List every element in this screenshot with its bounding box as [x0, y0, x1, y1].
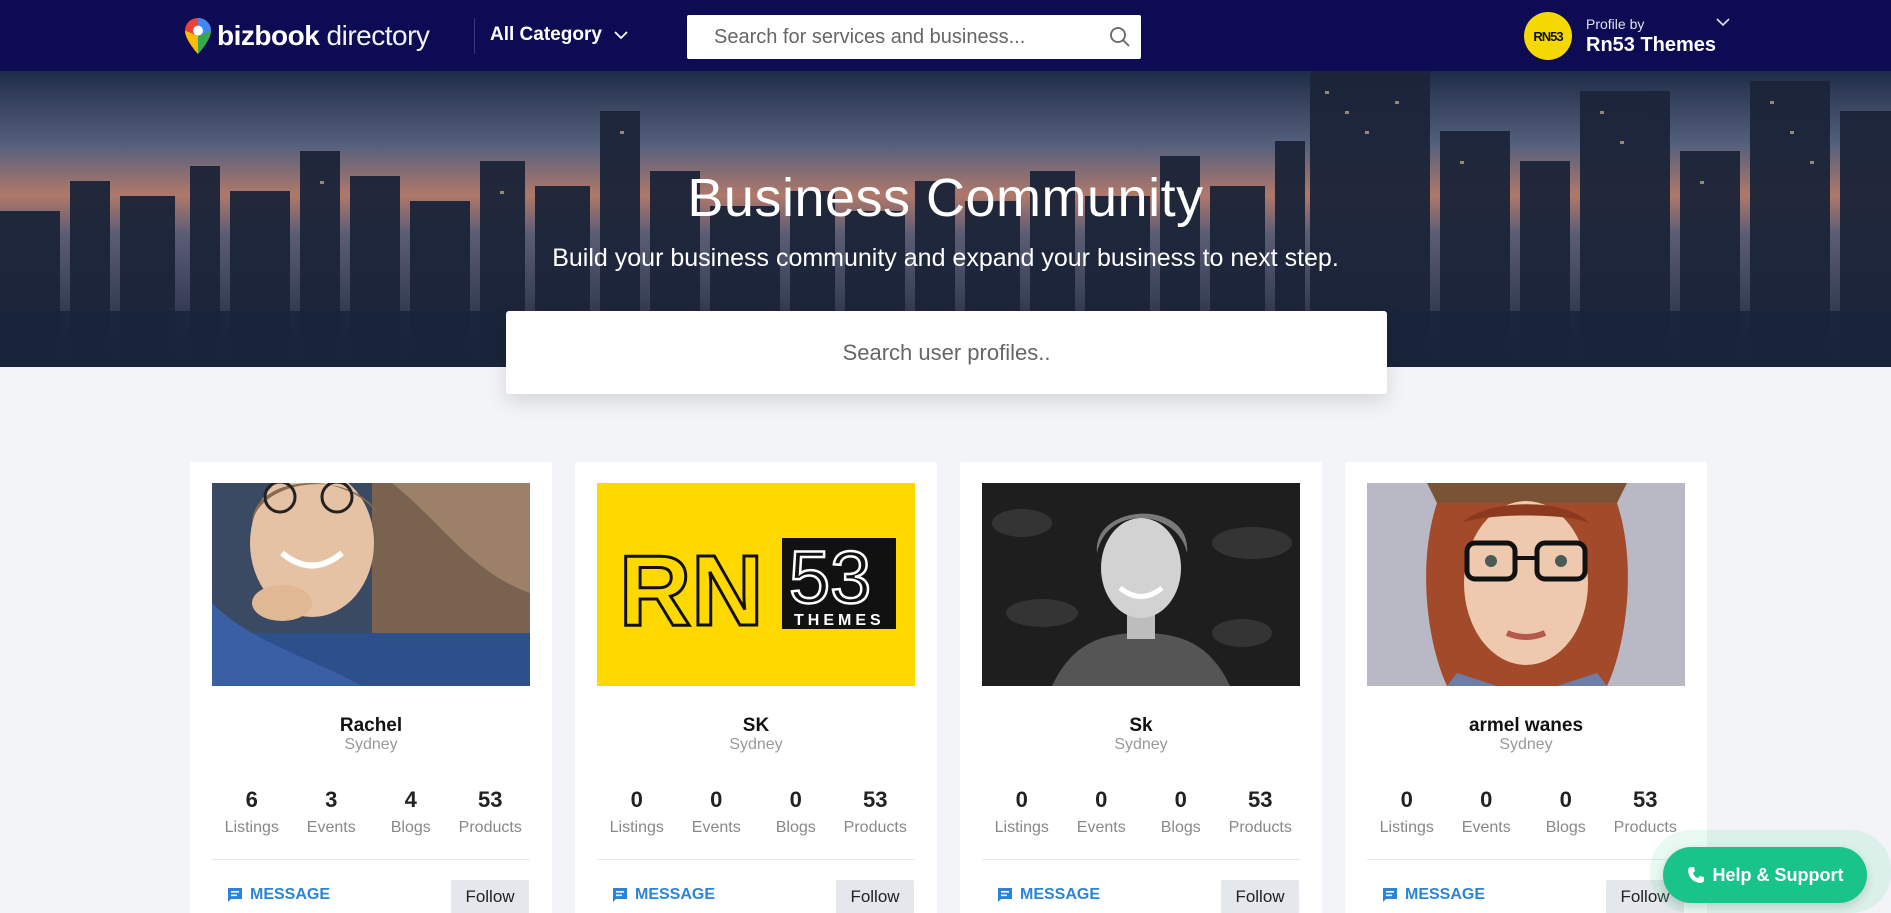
stat-events: 0 Events: [1076, 787, 1126, 836]
stat-listings: 0 Listings: [994, 787, 1049, 836]
message-button[interactable]: MESSAGE: [226, 886, 330, 904]
profile-search-box: [506, 311, 1387, 394]
profile-search-input[interactable]: [506, 311, 1387, 394]
stat-blogs: 0 Blogs: [1160, 787, 1201, 836]
profile-city: Sydney: [729, 736, 783, 753]
profile-stats: 0 Listings 0 Events 0 Blogs 53 Products: [1367, 787, 1685, 837]
all-category-label: All Category: [490, 24, 602, 45]
stat-listings: 0 Listings: [1379, 787, 1434, 836]
stat-events: 3 Events: [306, 787, 356, 836]
profile-name[interactable]: Rachel: [190, 715, 552, 737]
rn53-logo-subtext: THEMES: [794, 612, 885, 629]
profile-name[interactable]: armel wanes: [1345, 715, 1707, 737]
profile-name[interactable]: Sk: [960, 715, 1322, 737]
message-icon: [1383, 888, 1397, 902]
profile-city: Sydney: [344, 736, 398, 753]
stat-blogs: 0 Blogs: [1545, 787, 1586, 836]
follow-button[interactable]: Follow: [836, 880, 914, 913]
profile-text: Profile by Rn53 Themes: [1586, 16, 1716, 57]
profile-photo-image: [1367, 483, 1685, 686]
message-button[interactable]: MESSAGE: [611, 886, 715, 904]
profile-menu[interactable]: RN53 Profile by Rn53 Themes: [1524, 12, 1716, 60]
profile-photo[interactable]: [212, 483, 530, 686]
stat-blogs: 0 Blogs: [775, 787, 816, 836]
stat-events: 0 Events: [691, 787, 741, 836]
profile-stats: 0 Listings 0 Events 0 Blogs 53 Products: [982, 787, 1300, 837]
divider: [597, 859, 915, 860]
help-support-button[interactable]: Help & Support: [1663, 847, 1867, 903]
profile-stats: 0 Listings 0 Events 0 Blogs 53 Products: [597, 787, 915, 837]
profile-card: Sk Sydney 0 Listings 0 Events 0 Blogs 53 Pro…: [960, 462, 1322, 913]
profile-city: Sydney: [1114, 736, 1168, 753]
stat-products: 53 Products: [1613, 787, 1677, 836]
divider: [982, 859, 1300, 860]
brand-logo[interactable]: bizbook directory: [185, 18, 430, 54]
divider: [1367, 859, 1685, 860]
top-header: bizbook directory All Category RN53 Prof…: [0, 0, 1891, 71]
profile-photo[interactable]: RN 53 THEMES: [597, 483, 915, 686]
stat-products: 53 Products: [1228, 787, 1292, 836]
divider: [212, 859, 530, 860]
rn53-logo-image: RN 53 THEMES: [597, 483, 915, 686]
page-title: Business Community: [687, 168, 1204, 228]
page-subtitle: Build your business community and expand…: [552, 244, 1339, 272]
rn53-logo-letters: RN: [619, 535, 763, 647]
brand-name: bizbook directory: [217, 20, 430, 51]
phone-icon: [1687, 867, 1704, 883]
profile-photo-image: [982, 483, 1300, 686]
search-icon[interactable]: [1109, 26, 1131, 48]
chevron-down-icon: [614, 30, 628, 39]
follow-button[interactable]: Follow: [1221, 880, 1299, 913]
profile-stats: 6 Listings 3 Events 4 Blogs 53 Products: [212, 787, 530, 837]
message-icon: [613, 888, 627, 902]
service-search-input[interactable]: [687, 15, 1141, 59]
message-button[interactable]: MESSAGE: [1381, 886, 1485, 904]
profile-card: armel wanes Sydney 0 Listings 0 Events 0 Bl…: [1345, 462, 1707, 913]
service-search-box: [687, 15, 1141, 59]
avatar: RN53: [1524, 12, 1572, 60]
stat-products: 53 Products: [458, 787, 522, 836]
stat-products: 53 Products: [843, 787, 907, 836]
follow-button[interactable]: Follow: [451, 880, 529, 913]
profile-photo[interactable]: [1367, 483, 1685, 686]
profile-by-label: Profile by: [1586, 15, 1645, 32]
profile-name[interactable]: SK: [575, 715, 937, 737]
stat-listings: 0 Listings: [609, 787, 664, 836]
profile-photo[interactable]: [982, 483, 1300, 686]
rn53-logo-number: 53: [789, 536, 871, 619]
chevron-down-icon[interactable]: [1716, 18, 1730, 27]
profile-name: Rn53 Themes: [1586, 33, 1717, 56]
profile-card: Rachel Sydney 6 Listings 3 Events 4 Blogs 5…: [190, 462, 552, 913]
stat-listings: 6 Listings: [224, 787, 279, 836]
message-icon: [228, 888, 242, 902]
message-button[interactable]: MESSAGE: [996, 886, 1100, 904]
profile-card: RN 53 THEMES SK Sydney 0 Listings 0 Events…: [575, 462, 937, 913]
message-icon: [998, 888, 1012, 902]
header-divider: [474, 18, 475, 54]
all-category-dropdown[interactable]: All Category: [490, 24, 628, 46]
stat-blogs: 4 Blogs: [390, 787, 431, 836]
profile-photo-image: [212, 483, 530, 686]
profile-city: Sydney: [1499, 736, 1553, 753]
stat-events: 0 Events: [1461, 787, 1511, 836]
map-pin-logo-icon: [185, 18, 211, 54]
help-support-label: Help & Support: [1712, 864, 1844, 885]
